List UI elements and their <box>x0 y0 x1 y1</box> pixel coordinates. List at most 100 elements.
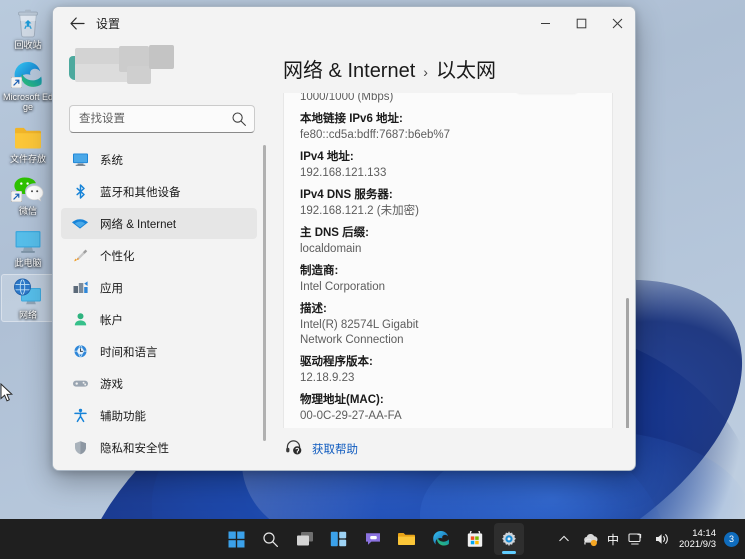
profile-blur-block <box>127 66 151 84</box>
clock-globe-icon <box>69 343 91 361</box>
taskbar-clock[interactable]: 14:14 2021/9/3 <box>679 528 716 550</box>
folder-icon <box>397 531 416 547</box>
window-title: 设置 <box>96 15 120 32</box>
help-headset-icon <box>285 439 302 460</box>
shield-icon <box>69 439 91 457</box>
sidebar-item-label: 辅助功能 <box>100 408 146 424</box>
settings-window: 设置 <box>52 6 636 471</box>
sidebar-item-label: 蓝牙和其他设备 <box>100 184 181 200</box>
network-icon <box>11 277 45 309</box>
widgets-icon <box>330 531 347 547</box>
desktop-icon-folder[interactable]: 文件存放 <box>1 118 55 166</box>
network-wifi-icon <box>69 215 91 233</box>
back-button[interactable] <box>62 10 92 38</box>
sidebar-item-accessibility[interactable]: 辅助功能 <box>61 400 257 431</box>
sidebar-nav-list: 系统 蓝牙和其他设备 <box>61 143 269 470</box>
mouse-cursor <box>0 383 14 403</box>
paintbrush-icon <box>69 247 91 265</box>
windows-logo-icon <box>228 531 245 548</box>
apps-icon <box>69 279 91 297</box>
content-scrollbar-thumb[interactable] <box>626 298 629 428</box>
taskbar-center-group <box>222 523 524 555</box>
gamepad-icon <box>69 375 91 393</box>
maximize-button[interactable] <box>563 7 599 40</box>
detail-key: IPv4 DNS 服务器: <box>300 188 596 203</box>
onedrive-sync-icon[interactable] <box>581 530 599 548</box>
sidebar-item-label: 系统 <box>100 152 123 168</box>
get-help-row: 获取帮助 <box>283 428 635 470</box>
desktop-icon-label: 微信 <box>19 206 37 216</box>
detail-value: 192.168.121.133 <box>300 166 596 181</box>
settings-sidebar: 系统 蓝牙和其他设备 <box>53 40 269 470</box>
widgets-button[interactable] <box>324 523 354 555</box>
taskbar: 中 14:14 2021/9/3 3 <box>0 519 745 559</box>
desktop-icon-label: Microsoft Edge <box>2 92 54 112</box>
detail-key: 主 DNS 后缀: <box>300 226 596 241</box>
speaker-icon[interactable] <box>653 530 671 548</box>
task-view-icon <box>296 531 314 547</box>
detail-value: fe80::cd5a:bdff:7687:b6eb%7 <box>300 128 596 143</box>
start-button[interactable] <box>222 523 252 555</box>
desktop-icon-recycle-bin[interactable]: 回收站 <box>1 4 55 52</box>
sidebar-item-network-internet[interactable]: 网络 & Internet <box>61 208 257 239</box>
detail-key: IPv4 地址: <box>300 150 596 165</box>
content-scroll-area: 复制 1000/1000 (Mbps) 本地链接 IPv6 地址: fe80::… <box>283 93 635 428</box>
file-explorer-button[interactable] <box>392 523 422 555</box>
accessibility-icon <box>69 407 91 425</box>
settings-button[interactable] <box>494 523 524 555</box>
window-body: 系统 蓝牙和其他设备 <box>53 40 635 470</box>
sidebar-item-system[interactable]: 系统 <box>61 144 257 175</box>
desktop-icon-label: 网络 <box>19 310 37 320</box>
sidebar-item-time-language[interactable]: 时间和语言 <box>61 336 257 367</box>
store-button[interactable] <box>460 523 490 555</box>
notification-badge[interactable]: 3 <box>724 532 739 547</box>
edge-icon <box>432 530 450 548</box>
desktop-icon-grid: 回收站 <box>0 4 56 322</box>
search-input[interactable] <box>69 105 255 133</box>
minimize-button[interactable] <box>527 7 563 40</box>
edge-icon <box>11 59 45 91</box>
sidebar-item-label: 应用 <box>100 280 123 296</box>
desktop-icon-label: 回收站 <box>14 40 41 50</box>
get-help-link[interactable]: 获取帮助 <box>312 441 358 457</box>
desktop-icon-wechat[interactable]: 微信 <box>1 170 55 218</box>
sidebar-item-personalization[interactable]: 个性化 <box>61 240 257 271</box>
chevron-up-icon[interactable] <box>555 530 573 548</box>
detail-value: 00-0C-29-27-AA-FA <box>300 409 596 424</box>
edge-button[interactable] <box>426 523 456 555</box>
sidebar-item-apps[interactable]: 应用 <box>61 272 257 303</box>
network-icon[interactable] <box>627 530 645 548</box>
chat-button[interactable] <box>358 523 388 555</box>
desktop-icon-label: 文件存放 <box>10 154 46 164</box>
sidebar-item-bluetooth[interactable]: 蓝牙和其他设备 <box>61 176 257 207</box>
breadcrumb-root[interactable]: 网络 & Internet <box>283 54 415 83</box>
this-pc-icon <box>11 225 45 257</box>
sidebar-item-label: 隐私和安全性 <box>100 440 169 456</box>
sidebar-item-gaming[interactable]: 游戏 <box>61 368 257 399</box>
sidebar-item-label: 游戏 <box>100 376 123 392</box>
search-button[interactable] <box>256 523 286 555</box>
desktop-icon-this-pc[interactable]: 此电脑 <box>1 222 55 270</box>
close-button[interactable] <box>599 7 635 40</box>
window-controls <box>527 7 635 40</box>
window-titlebar: 设置 <box>53 7 635 40</box>
sidebar-item-privacy-security[interactable]: 隐私和安全性 <box>61 432 257 463</box>
recycle-bin-icon <box>11 7 45 39</box>
desktop-icon-network[interactable]: 网络 <box>1 274 55 322</box>
task-view-button[interactable] <box>290 523 320 555</box>
ime-indicator[interactable]: 中 <box>607 531 619 548</box>
detail-value: Intel(R) 82574L Gigabit Network Connecti… <box>300 318 458 348</box>
sidebar-scrollbar[interactable] <box>263 145 266 441</box>
sidebar-item-accounts[interactable]: 帐户 <box>61 304 257 335</box>
detail-key: 本地链接 IPv6 地址: <box>300 112 596 127</box>
desktop-icon-microsoft-edge[interactable]: Microsoft Edge <box>1 56 55 114</box>
gear-icon <box>500 530 518 548</box>
detail-value: localdomain <box>300 242 596 257</box>
back-arrow-icon <box>70 17 85 30</box>
profile-blur-block <box>149 45 174 69</box>
user-profile-blurred[interactable] <box>69 42 269 99</box>
sidebar-item-windows-update[interactable]: Windows 更新 <box>61 464 257 470</box>
detail-value: 192.168.121.2 (未加密) <box>300 204 596 219</box>
breadcrumb-current: 以太网 <box>436 54 496 83</box>
desktop-icon-label: 此电脑 <box>14 258 41 268</box>
